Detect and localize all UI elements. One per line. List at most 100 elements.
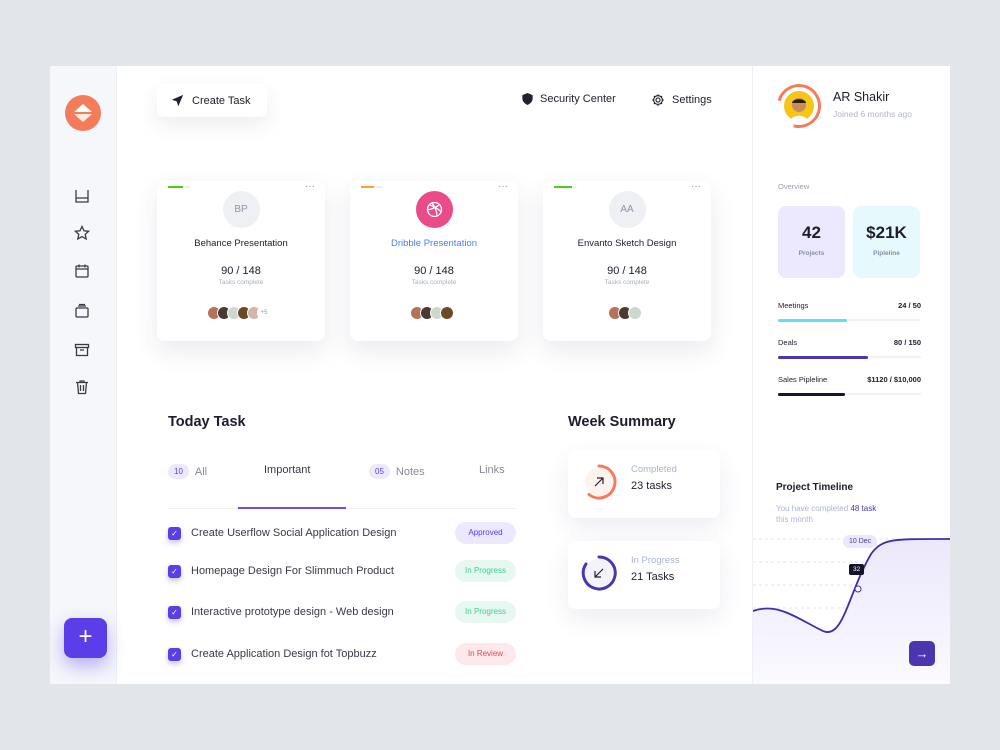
- project-card[interactable]: ··· Dribble Presentation 90 / 148 Tasks com…: [350, 181, 518, 341]
- completed-ring: [585, 464, 617, 500]
- status-badge: In Progress: [455, 601, 516, 623]
- member-avatars: +5: [157, 306, 325, 320]
- timeline-sub-text: You have completed: [776, 504, 851, 513]
- project-card[interactable]: ··· BP Behance Presentation 90 / 148 Tasks c…: [157, 181, 325, 341]
- project-progress-bar: [554, 186, 576, 188]
- timeline-title: Project Timeline: [776, 482, 854, 493]
- project-name: Envanto Sketch Design: [577, 238, 677, 249]
- today-task-title: Today Task: [168, 414, 246, 430]
- create-task-button[interactable]: Create Task: [157, 84, 267, 117]
- in-progress-ring: [581, 555, 617, 591]
- metric-label: Sales Pipleline: [778, 375, 828, 384]
- completed-summary-card[interactable]: Completed 23 tasks: [568, 450, 720, 518]
- project-card[interactable]: ··· AA Envanto Sketch Design 90 / 148 Tasks …: [543, 181, 711, 341]
- member-avatar[interactable]: [440, 306, 454, 320]
- task-label: Create Application Design fot Topbuzz: [191, 648, 377, 660]
- app-window: + Create Task Security Center Settings ·…: [50, 66, 950, 684]
- task-checkbox[interactable]: ✓: [168, 647, 181, 661]
- more-members-count[interactable]: +5: [257, 306, 271, 320]
- metric-label: Deals: [778, 338, 798, 347]
- calendar-icon[interactable]: [74, 263, 90, 279]
- settings-link[interactable]: Settings: [651, 93, 712, 107]
- task-checkbox[interactable]: ✓: [168, 526, 181, 540]
- tab-label: Links: [479, 464, 505, 476]
- more-options-icon[interactable]: ···: [498, 181, 508, 192]
- overview-title: Overview: [778, 182, 810, 191]
- in-progress-value: 21 Tasks: [631, 571, 675, 583]
- arrow-right-button[interactable]: →: [909, 641, 935, 666]
- profile-name: AR Shakir: [833, 90, 890, 104]
- tab-label: All: [194, 465, 208, 478]
- trash-icon[interactable]: [74, 379, 90, 395]
- task-checkbox[interactable]: ✓: [168, 605, 181, 619]
- inbox-icon[interactable]: [74, 188, 90, 204]
- active-tab-indicator: [238, 507, 346, 509]
- gear-icon: [652, 94, 664, 106]
- tab-links[interactable]: Links: [479, 464, 505, 476]
- project-count: 90 / 148: [221, 265, 261, 277]
- profile-joined: Joined 6 months ago: [833, 109, 912, 119]
- member-avatar[interactable]: [628, 306, 642, 320]
- project-count-label: Tasks complete: [218, 279, 264, 286]
- tab-count: 05: [369, 464, 390, 479]
- pipeline-label: Pipleline: [873, 250, 900, 257]
- metric-value: $1120 / $10,000: [867, 375, 921, 384]
- week-summary-title: Week Summary: [568, 414, 676, 430]
- progress-metric: Sales Pipleline $1120 / $10,000: [778, 375, 921, 396]
- security-center-label: Security Center: [540, 93, 616, 105]
- more-options-icon[interactable]: ···: [691, 181, 701, 192]
- task-checkbox[interactable]: ✓: [168, 564, 181, 578]
- tab-important[interactable]: Important: [264, 464, 310, 476]
- star-icon[interactable]: [74, 225, 90, 241]
- timeline-date-label: 10 Dec: [843, 535, 878, 548]
- projects-label: Projects: [798, 250, 825, 257]
- settings-label: Settings: [672, 94, 712, 106]
- task-label: Create Userflow Social Application Desig…: [191, 527, 397, 539]
- project-initials: BP: [222, 191, 260, 228]
- task-row[interactable]: ✓ Interactive prototype design - Web desi…: [168, 601, 516, 623]
- pipeline-value: $21K: [866, 223, 907, 242]
- tab-notes[interactable]: 05 Notes: [369, 464, 425, 479]
- pipeline-stat[interactable]: $21K Pipleline: [853, 206, 920, 278]
- stack-icon[interactable]: [74, 303, 90, 319]
- task-label: Homepage Design For Slimmuch Product: [191, 565, 394, 577]
- task-row[interactable]: ✓ Create Application Design fot Topbuzz In…: [168, 643, 516, 665]
- project-count-label: Tasks complete: [411, 279, 457, 286]
- archive-icon[interactable]: [74, 342, 90, 358]
- project-progress-bar: [361, 186, 383, 188]
- member-avatars: [350, 306, 518, 320]
- completed-label: Completed: [631, 464, 677, 475]
- status-badge: Approved: [455, 522, 516, 544]
- projects-stat[interactable]: 42 Projects: [778, 206, 845, 278]
- progress-metric: Deals 80 / 150: [778, 338, 921, 359]
- completed-value: 23 tasks: [631, 480, 672, 492]
- timeline-sub-count: 48 task: [850, 504, 877, 513]
- progress-metric: Meetings 24 / 50: [778, 301, 921, 322]
- task-label: Interactive prototype design - Web desig…: [191, 606, 394, 618]
- metric-value: 80 / 150: [893, 338, 921, 347]
- timeline-sub-text-end: this month: [776, 515, 813, 524]
- status-badge: In Progress: [455, 560, 516, 582]
- timeline-point-tooltip: 32: [849, 564, 865, 575]
- timeline-point: [854, 585, 862, 593]
- task-row[interactable]: ✓ Homepage Design For Slimmuch Product In …: [168, 560, 516, 582]
- security-center-link[interactable]: Security Center: [522, 93, 616, 105]
- tab-label: Important: [264, 464, 311, 476]
- metric-bar: [778, 356, 921, 359]
- project-count: 90 / 148: [414, 265, 454, 277]
- metric-label: Meetings: [778, 301, 809, 310]
- tab-all[interactable]: 10 All: [168, 464, 207, 479]
- add-button[interactable]: +: [64, 618, 107, 658]
- task-row[interactable]: ✓ Create Userflow Social Application Desi…: [168, 522, 516, 544]
- send-icon: [171, 94, 184, 107]
- avatar[interactable]: [784, 91, 814, 121]
- right-panel: AR Shakir Joined 6 months ago Overview 4…: [752, 66, 950, 684]
- projects-value: 42: [802, 223, 821, 242]
- in-progress-summary-card[interactable]: In Progress 21 Tasks: [568, 541, 720, 609]
- tab-label: Notes: [395, 465, 425, 478]
- status-badge: In Review: [455, 643, 516, 665]
- more-options-icon[interactable]: ···: [305, 181, 315, 192]
- metric-value: 24 / 50: [898, 301, 921, 310]
- project-count: 90 / 148: [607, 265, 647, 277]
- project-initials: AA: [608, 191, 646, 228]
